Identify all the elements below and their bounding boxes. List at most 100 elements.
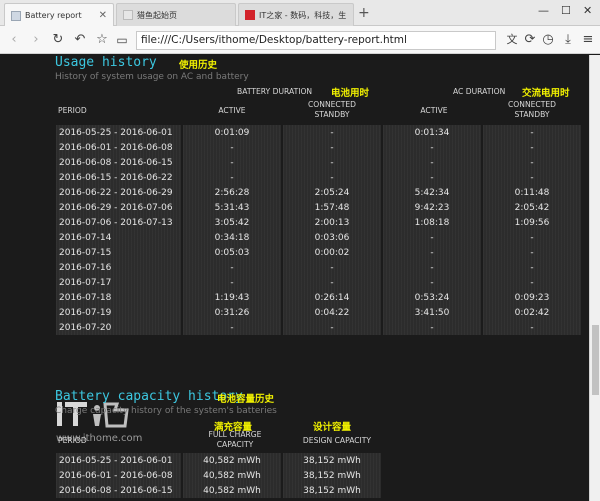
value-cell: - [183, 275, 281, 290]
header-line: CAPACITY [216, 440, 254, 449]
vertical-scrollbar[interactable] [589, 55, 600, 501]
maximize-button[interactable]: ☐ [561, 4, 571, 17]
tab-label: Battery report [25, 11, 82, 20]
battery-active-header: ACTIVE [218, 106, 246, 115]
design-capacity-header: DESIGN CAPACITY [302, 436, 372, 445]
minimize-button[interactable]: — [538, 4, 549, 17]
value-cell: 1:09:56 [483, 215, 581, 230]
menu-icon[interactable]: ≡ [580, 32, 596, 48]
value-cell: - [483, 155, 581, 170]
value-cell: - [483, 170, 581, 185]
value-cell: - [483, 140, 581, 155]
value-cell: 40,582 mWh [183, 453, 281, 468]
tab-battery-report[interactable]: Battery report ✕ [4, 3, 114, 27]
usage-history-title: Usage history [55, 55, 157, 70]
table-row: 2016-06-22 - 2016-06-29 2:56:28 2:05:24 5:4… [56, 185, 581, 200]
capacity-history-title: Battery capacity history [55, 389, 243, 404]
value-cell: 9:42:23 [383, 200, 481, 215]
value-cell: 40,582 mWh [183, 468, 281, 483]
tab-start-page[interactable]: 猎鱼起始页 [116, 3, 236, 26]
capacity-history-table: 2016-05-25 - 2016-06-01 40,582 mWh 38,152 … [54, 453, 383, 498]
value-cell: - [183, 155, 281, 170]
period-cell: 2016-06-01 - 2016-06-08 [56, 140, 181, 155]
header-line: FULL CHARGE [208, 430, 262, 439]
translate-icon[interactable]: 文 [504, 32, 520, 48]
value-cell: - [183, 140, 281, 155]
close-window-button[interactable]: ✕ [583, 4, 592, 17]
table-row: 2016-07-20- - - - [56, 320, 581, 335]
value-cell: 1:19:43 [183, 290, 281, 305]
download-icon[interactable]: ⤓ [560, 32, 576, 48]
value-cell: - [183, 170, 281, 185]
history-icon[interactable]: ◷ [540, 32, 556, 48]
scrollbar-thumb[interactable] [592, 325, 599, 395]
value-cell: 0:01:09 [183, 125, 281, 140]
new-tab-button[interactable]: + [358, 5, 370, 21]
ac-standby-header: CONNECTED STANDBY [500, 100, 564, 120]
header-line: STANDBY [514, 110, 550, 119]
period-cell: 2016-07-16 [56, 260, 181, 275]
tab-ithome[interactable]: IT之家 - 数码，科技，生 [238, 3, 354, 26]
page-icon: ▭ [116, 33, 128, 47]
value-cell: 5:42:34 [383, 185, 481, 200]
period-cell: 2016-06-01 - 2016-06-08 [56, 468, 181, 483]
back-icon[interactable]: ‹ [6, 32, 22, 48]
ac-duration-cn: 交流电用时 [522, 88, 570, 99]
address-input[interactable] [141, 32, 481, 49]
address-bar[interactable] [136, 31, 496, 50]
table-row: 2016-06-15 - 2016-06-22- - - - [56, 170, 581, 185]
capacity-history-title-cn: 电池容量历史 [217, 394, 275, 405]
reload-icon[interactable]: ↻ [50, 32, 66, 48]
value-cell: 0:26:14 [283, 290, 381, 305]
tab-label: 猎鱼起始页 [137, 10, 177, 20]
value-cell: 38,152 mWh [283, 468, 381, 483]
period-header: PERIOD [58, 106, 87, 115]
period-cell: 2016-05-25 - 2016-06-01 [56, 125, 181, 140]
table-row: 2016-06-29 - 2016-07-06 5:31:43 1:57:48 9:4… [56, 200, 581, 215]
value-cell: 0:34:18 [183, 230, 281, 245]
forward-icon[interactable]: › [28, 32, 44, 48]
undo-icon[interactable]: ↶ [72, 32, 88, 48]
table-row: 2016-07-14 0:34:18 0:03:06- - [56, 230, 581, 245]
value-cell: - [383, 275, 481, 290]
value-cell: - [383, 320, 481, 335]
period-cell: 2016-06-15 - 2016-06-22 [56, 170, 181, 185]
value-cell: 2:05:42 [483, 200, 581, 215]
tab-label: IT之家 - 数码，科技，生 [259, 10, 347, 20]
close-icon[interactable]: ✕ [99, 10, 107, 21]
value-cell: - [383, 245, 481, 260]
star-icon[interactable]: ☆ [94, 32, 110, 48]
table-row: 2016-05-25 - 2016-06-01 0:01:09-0:01:34- [56, 125, 581, 140]
value-cell: 0:03:06 [283, 230, 381, 245]
tab-bar: Battery report ✕ 猎鱼起始页 IT之家 - 数码，科技，生 + … [0, 0, 600, 27]
value-cell: 2:56:28 [183, 185, 281, 200]
table-row: 2016-07-06 - 2016-07-13 3:05:42 2:00:13 1:0… [56, 215, 581, 230]
value-cell: 1:57:48 [283, 200, 381, 215]
battery-duration-header: BATTERY DURATION [237, 87, 313, 96]
table-row: 2016-05-25 - 2016-06-01 40,582 mWh 38,152 … [56, 453, 381, 468]
value-cell: 0:11:48 [483, 185, 581, 200]
value-cell: - [483, 275, 581, 290]
period-cell: 2016-06-08 - 2016-06-15 [56, 155, 181, 170]
value-cell: 0:05:03 [183, 245, 281, 260]
value-cell: - [283, 170, 381, 185]
value-cell: - [483, 320, 581, 335]
refresh-icon[interactable]: ⟳ [522, 32, 538, 48]
usage-history-subtitle: History of system usage on AC and batter… [55, 72, 249, 82]
value-cell: - [283, 320, 381, 335]
period-cell: 2016-07-06 - 2016-07-13 [56, 215, 181, 230]
ac-active-header: ACTIVE [420, 106, 448, 115]
period-cell: 2016-06-08 - 2016-06-15 [56, 483, 181, 498]
table-row: 2016-07-16- - - - [56, 260, 581, 275]
value-cell: - [383, 260, 481, 275]
period-cell: 2016-06-29 - 2016-07-06 [56, 200, 181, 215]
page-icon [123, 10, 133, 20]
table-row: 2016-07-19 0:31:26 0:04:22 3:41:50 0:02:42 [56, 305, 581, 320]
battery-duration-cn: 电池用时 [331, 88, 370, 99]
value-cell: - [383, 155, 481, 170]
value-cell: 0:02:42 [483, 305, 581, 320]
value-cell: - [383, 230, 481, 245]
value-cell: - [383, 170, 481, 185]
value-cell: 0:00:02 [283, 245, 381, 260]
value-cell: - [483, 260, 581, 275]
